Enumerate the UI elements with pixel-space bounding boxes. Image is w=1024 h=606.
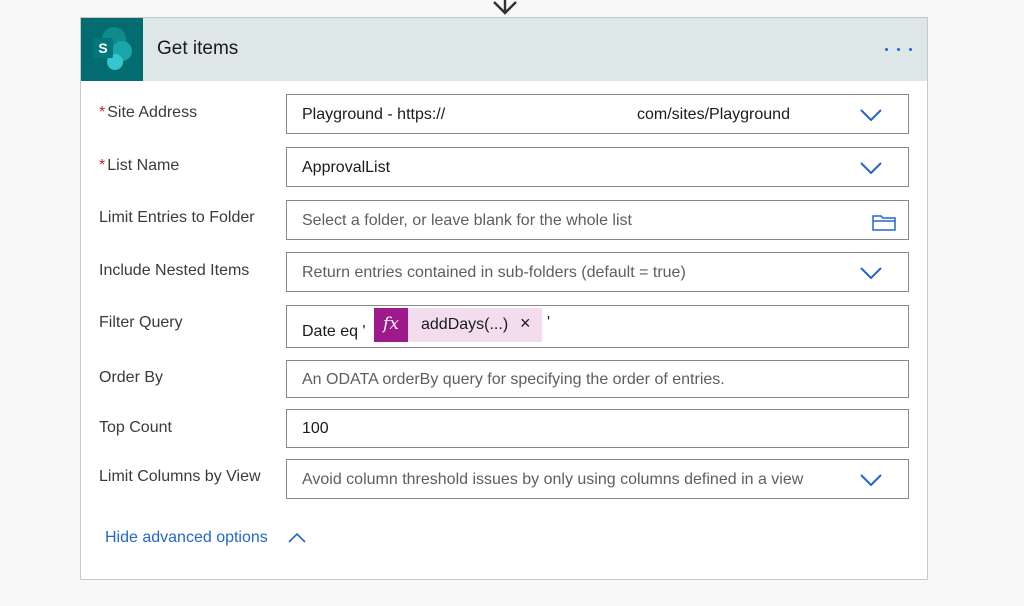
expression-token-label: addDays(...) — [421, 316, 509, 333]
filter-query-text-before: Date eq ' — [302, 323, 366, 340]
limit-columns-view-dropdown[interactable]: Avoid column threshold issues by only us… — [286, 459, 909, 499]
fx-icon: fx — [374, 308, 408, 342]
required-marker: * — [99, 104, 106, 121]
required-marker: * — [99, 157, 106, 174]
list-name-dropdown[interactable]: ApprovalList — [286, 147, 909, 187]
more-options-icon[interactable] — [881, 36, 917, 62]
get-items-action-card: S Get items * Site Address Playground - h… — [80, 17, 928, 580]
chevron-down-icon[interactable] — [860, 474, 882, 486]
list-name-value: ApprovalList — [302, 159, 391, 176]
include-nested-items-dropdown[interactable]: Return entries contained in sub-folders … — [286, 252, 909, 292]
flow-arrow-down-icon — [493, 0, 517, 15]
site-address-value-prefix: Playground - https:// — [302, 106, 446, 123]
site-address-dropdown[interactable]: Playground - https:// com/sites/Playgrou… — [286, 94, 909, 134]
close-icon[interactable]: × — [520, 313, 531, 334]
order-by-input[interactable]: An ODATA orderBy query for specifying th… — [286, 360, 909, 398]
limit-columns-view-label: Limit Columns by View — [99, 468, 261, 485]
limit-columns-view-placeholder: Avoid column threshold issues by only us… — [302, 471, 804, 488]
chevron-down-icon[interactable] — [860, 162, 882, 174]
sharepoint-letter: S — [98, 40, 107, 56]
site-address-value-suffix: com/sites/Playground — [637, 106, 790, 123]
list-name-label: * List Name — [99, 157, 180, 174]
chevron-down-icon[interactable] — [860, 267, 882, 279]
order-by-label: Order By — [99, 369, 164, 386]
filter-query-input[interactable]: Date eq ' fx addDays(...) × ' — [286, 305, 909, 348]
folder-icon[interactable] — [872, 213, 896, 231]
limit-entries-folder-placeholder: Select a folder, or leave blank for the … — [302, 212, 632, 229]
top-count-value: 100 — [302, 420, 329, 437]
top-count-input[interactable]: 100 — [286, 409, 909, 448]
expression-token[interactable]: fx addDays(...) × — [374, 308, 542, 342]
filter-query-text-after: ' — [547, 314, 551, 331]
order-by-placeholder: An ODATA orderBy query for specifying th… — [302, 371, 725, 388]
chevron-down-icon[interactable] — [860, 109, 882, 121]
card-title: Get items — [157, 38, 239, 59]
include-nested-items-placeholder: Return entries contained in sub-folders … — [302, 264, 686, 281]
hide-advanced-options-link[interactable]: Hide advanced options — [105, 529, 268, 547]
top-count-label: Top Count — [99, 419, 172, 436]
limit-entries-folder-label: Limit Entries to Folder — [99, 209, 255, 226]
limit-entries-folder-input[interactable]: Select a folder, or leave blank for the … — [286, 200, 909, 240]
filter-query-label: Filter Query — [99, 314, 183, 331]
sharepoint-icon: S — [81, 18, 143, 81]
chevron-up-icon[interactable] — [288, 532, 306, 544]
site-address-label: * Site Address — [99, 104, 198, 121]
card-header[interactable]: S Get items — [81, 18, 927, 81]
include-nested-items-label: Include Nested Items — [99, 262, 250, 279]
